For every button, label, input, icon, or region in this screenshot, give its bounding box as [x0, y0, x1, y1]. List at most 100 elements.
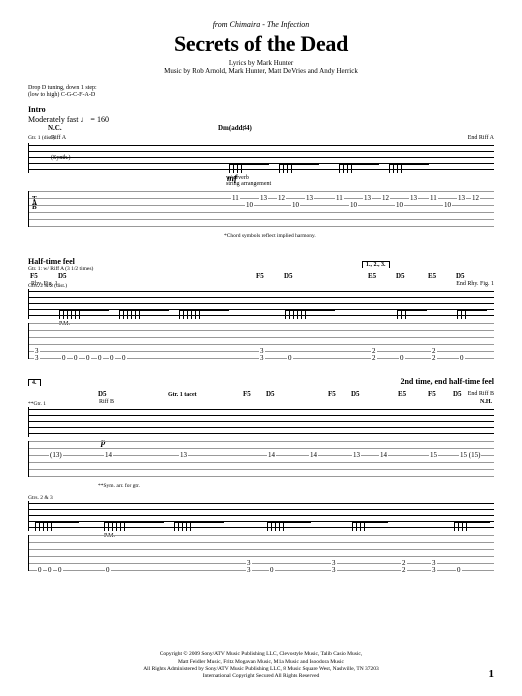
chord: F5 — [328, 390, 336, 398]
chord: F5 — [30, 272, 38, 280]
tab-num: 0 — [47, 567, 53, 574]
chord: F5 — [428, 390, 436, 398]
copyright-line4: International Copyright Secured All Righ… — [28, 673, 494, 680]
header: from Chimaira - The Infection Secrets of… — [28, 20, 494, 75]
sym-arr-note: **Sym. arr. for gtr. — [98, 483, 494, 489]
tuning-note: Drop D tuning, down 1 step: (low to high… — [28, 85, 494, 99]
tab-num: 11 — [335, 195, 344, 202]
tab-3b: 0 0 0 0 3 3 0 3 3 2 2 3 3 0 — [28, 535, 494, 571]
second-time-note: 2nd time, end half-time feel — [28, 377, 494, 386]
tab-num: 0 — [269, 567, 275, 574]
tab-num: 0 — [57, 567, 63, 574]
tab-num: 0 — [61, 355, 67, 362]
music-systems: Intro Moderately fast ♩ = 160 N.C. Dm(ad… — [28, 105, 494, 571]
tab-num: 0 — [85, 355, 91, 362]
music-credit: Music by Rob Arnold, Mark Hunter, Matt D… — [28, 67, 494, 75]
tab-num: 0 — [121, 355, 127, 362]
tab-num: 13 — [305, 195, 314, 202]
album-title: The Infection — [267, 20, 309, 29]
chord: D5 — [266, 390, 275, 398]
ending-4: 4. — [28, 379, 41, 386]
ending-box: 1., 2., 3. — [362, 261, 390, 268]
tab-num: 14 — [104, 452, 113, 459]
tab-num: 14 — [379, 452, 388, 459]
chord: D5 — [453, 390, 462, 398]
tab-num: 13 — [352, 452, 361, 459]
tab-2: 3 3 0 0 0 0 0 0 3 3 0 2 2 0 2 2 0 — [28, 323, 494, 359]
tab-num: 3 — [34, 355, 40, 362]
chord-nc: N.C. — [48, 124, 62, 132]
chord: D5 — [351, 390, 360, 398]
chord: D5 — [456, 272, 465, 280]
tab-num: (13) — [49, 452, 63, 459]
tempo-marking: Moderately fast ♩ = 160 — [28, 115, 494, 124]
chord-row-3: 4. D5 F5 D5 F5 D5 E5 F5 D5 Gtr. 1 tacet — [28, 390, 494, 399]
divisi-note: string arrangement — [226, 181, 522, 187]
from-line: from Chimaira - The Infection — [28, 20, 494, 29]
tab-num: 0 — [456, 567, 462, 574]
chord: F5 — [256, 272, 264, 280]
chord-symbol-note: *Chord symbols reflect implied harmony. — [224, 233, 494, 239]
system-1: N.C. Dm(add♯4) Gtr. 1 (dist.) Riff A (Sy… — [28, 124, 494, 239]
end-riff-a: End Riff A — [468, 135, 494, 141]
copyright-line1: Copyright © 2009 Sony/ATV Music Publishi… — [28, 651, 494, 658]
tab-num: 13 — [179, 452, 188, 459]
tab-num: 3 — [246, 567, 252, 574]
tab-num: 13 — [363, 195, 372, 202]
tab-num: 0 — [37, 567, 43, 574]
end-rhy-fig: End Rhy. Fig. 1 — [456, 281, 494, 287]
system-3: 4. D5 F5 D5 F5 D5 E5 F5 D5 Gtr. 1 tacet … — [28, 390, 494, 571]
chord: D5 — [98, 390, 107, 398]
chord: D5 — [284, 272, 293, 280]
copyright-line3: All Rights Administered by Sony/ATV Musi… — [28, 666, 494, 673]
chord: E5 — [368, 272, 376, 280]
tab-num: 13 — [409, 195, 418, 202]
tab-num: 11 — [231, 195, 240, 202]
lyrics-credit: Lyrics by Mark Hunter — [28, 59, 494, 67]
staff-1: Riff A (Synth.) mf End Riff A — [28, 143, 494, 173]
tab-num: 0 — [399, 355, 405, 362]
tab-num: 15 (15) — [459, 452, 481, 459]
end-riff-b: End Riff B — [468, 391, 494, 397]
tab-num: 0 — [287, 355, 293, 362]
staff-3a: Riff B p N.H. End Riff B — [28, 407, 494, 437]
tab-num: 12 — [381, 195, 390, 202]
chord-row-2: F5 D5 F5 D5 E5 D5 E5 D5 1., 2., 3. — [28, 272, 494, 281]
song-title: Secrets of the Dead — [28, 31, 494, 57]
page-number: 1 — [489, 668, 495, 680]
from-prefix: from Chimaira - — [213, 20, 267, 29]
tuning-line1: Drop D tuning, down 1 step: — [28, 85, 494, 92]
tab-num: 0 — [97, 355, 103, 362]
tab-num: 3 — [431, 567, 437, 574]
synth-label: (Synth.) — [51, 155, 71, 161]
copyright-footer: Copyright © 2009 Sony/ATV Music Publishi… — [28, 651, 494, 680]
tab-num: 10 — [443, 202, 452, 209]
rhy-fig-label: Rhy. Fig. 1 — [31, 281, 58, 287]
tab-3a: (13) 14 13 14 14 13 14 15 15 (15) — [28, 441, 494, 477]
tab-num: 13 — [259, 195, 268, 202]
tab-num: 14 — [309, 452, 318, 459]
riff-b-label: Riff B — [99, 399, 114, 405]
tab-num: 0 — [73, 355, 79, 362]
tab-num: 15 — [429, 452, 438, 459]
tab-num: 2 — [431, 355, 437, 362]
section-intro: Intro — [28, 105, 494, 114]
system-2: F5 D5 F5 D5 E5 D5 E5 D5 1., 2., 3. Gtrs.… — [28, 272, 494, 359]
halftime-label: Half-time feel — [28, 257, 494, 266]
tab-num: 3 — [331, 567, 337, 574]
tab-num: 0 — [109, 355, 115, 362]
tab-num: 14 — [267, 452, 276, 459]
chord: E5 — [398, 390, 406, 398]
tab-num: 2 — [371, 355, 377, 362]
tab-num: 10 — [245, 202, 254, 209]
tab-num: 12 — [471, 195, 480, 202]
tab-1: TAB 11 10 13 12 10 13 11 10 13 12 10 13 … — [28, 191, 494, 227]
tuning-line2: (low to high) C-G-C-F-A-D — [28, 92, 494, 99]
staff-3b: P.M. — [28, 501, 494, 531]
tab-num: 13 — [457, 195, 466, 202]
tab-num: 12 — [277, 195, 286, 202]
gtr1-tacet: Gtr. 1 tacet — [168, 392, 197, 398]
tab-num: 11 — [429, 195, 438, 202]
chord-row-1: N.C. Dm(add♯4) — [28, 124, 494, 133]
tab-num: 10 — [291, 202, 300, 209]
